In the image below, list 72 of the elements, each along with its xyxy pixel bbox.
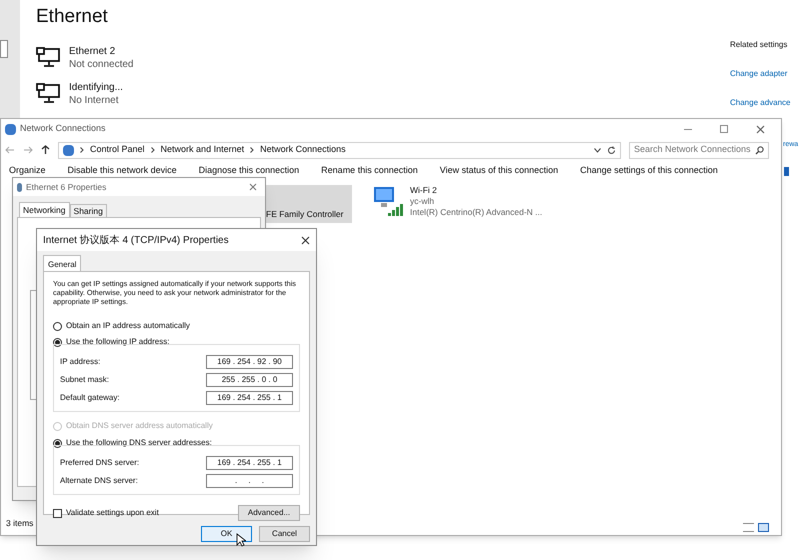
minimize-icon[interactable] [684, 128, 692, 130]
field-label: Subnet mask: [60, 374, 109, 386]
tiles-view-icon[interactable] [758, 522, 769, 532]
tab[interactable]: General [43, 255, 82, 271]
field-label: Default gateway: [60, 392, 120, 404]
connection-status: Not connected [69, 58, 134, 71]
field-label: Preferred DNS server: [60, 457, 140, 469]
connection-tile[interactable]: FE Family Controller [266, 185, 352, 223]
radio-button[interactable] [53, 322, 62, 330]
breadcrumb[interactable]: Network Connections [260, 143, 346, 157]
connection-text: Intel(R) Centrino(R) Advanced-N ... [410, 207, 542, 218]
mouse-pointer-icon [236, 533, 246, 547]
settings-link[interactable]: Change adapter [730, 68, 800, 80]
tab[interactable]: Networking [19, 202, 70, 217]
chevron-icon [150, 147, 155, 153]
close-icon[interactable] [301, 236, 310, 244]
ip-address-field[interactable]: 169 . 254 . 255 . 1 [206, 391, 293, 405]
ok-button[interactable]: OK [201, 526, 252, 542]
monitor-icon [36, 47, 62, 69]
connection-item[interactable]: Ethernet 2 Not connected [36, 45, 730, 71]
radio-label: Use the following IP address: [66, 336, 170, 348]
ip-address-field[interactable]: 169 . 254 . 255 . 1 [206, 456, 293, 470]
settings-link[interactable]: Change advance [730, 97, 800, 109]
connection-tile[interactable]: Wi-Fi 2 yc-wlh Intel(R) Centrino(R) Advanced-N ... [372, 185, 542, 223]
cancel-button[interactable]: Cancel [259, 526, 310, 542]
dropdown-icon[interactable] [594, 148, 601, 152]
toolbar-command[interactable]: Organize [9, 164, 46, 178]
toolbar-command[interactable]: Change settings of this connection [580, 164, 718, 178]
radio-label: Obtain an IP address automatically [66, 320, 190, 332]
connection-text: FE Family Controller [266, 208, 344, 221]
connection-text: yc-wlh [410, 196, 436, 207]
computer-signal-icon [372, 185, 404, 217]
dialog-title: Internet 协议版本 4 (TCP/IPv4) Properties [43, 234, 230, 248]
field-label: Alternate DNS server: [60, 475, 138, 487]
close-icon[interactable] [756, 124, 765, 134]
radio-label: Use the following DNS server addresses: [66, 437, 212, 449]
monitor-icon [36, 83, 62, 105]
toolbar-command[interactable]: Rename this connection [321, 164, 418, 178]
related-settings-heading: Related settings [730, 39, 788, 51]
field-label: IP address: [60, 356, 100, 368]
tab[interactable]: Sharing [70, 204, 107, 217]
breadcrumb[interactable]: Control Panel [90, 143, 145, 157]
connection-name: Ethernet 2 [69, 45, 116, 58]
ip-address-field[interactable]: 169 . 254 . 92 . 90 [206, 355, 293, 369]
window-title: Network Connections [20, 122, 106, 136]
checkbox[interactable] [53, 508, 62, 518]
chevron-icon [80, 147, 84, 153]
maximize-icon[interactable] [720, 125, 728, 133]
dialog-title: Ethernet 6 Properties [26, 180, 108, 194]
connection-text: Wi-Fi 2 [410, 185, 438, 196]
toolbar-command[interactable]: Diagnose this connection [198, 164, 300, 178]
address-bar[interactable]: Control Panel Network and Internet Network Connections [58, 142, 621, 158]
up-arrow-icon[interactable] [41, 145, 50, 155]
preview-pane-icon[interactable] [784, 166, 789, 176]
toolbar-command[interactable]: Disable this network device [68, 164, 177, 178]
advanced-button[interactable]: Advanced... [238, 505, 300, 521]
details-view-icon[interactable] [743, 522, 754, 532]
ip-address-field[interactable]: . . . [206, 474, 293, 488]
connection-item[interactable]: Identifying... No Internet [36, 81, 730, 107]
connection-name: Identifying... [69, 81, 123, 94]
ip-address-field[interactable]: 255 . 255 . 0 . 0 [206, 373, 293, 387]
search-icon [755, 146, 764, 154]
refresh-icon[interactable] [607, 146, 616, 154]
radio-label: Obtain DNS server address automatically [66, 420, 213, 432]
toolbar-command[interactable]: View status of this connection [440, 164, 558, 178]
checkbox-label: Validate settings upon exit [66, 507, 159, 519]
chevron-icon [250, 147, 254, 153]
search-field[interactable]: Search Network Connections [629, 142, 769, 158]
page-title: Ethernet [36, 5, 109, 29]
breadcrumb[interactable]: Network and Internet [160, 143, 244, 157]
connection-status: No Internet [69, 94, 120, 107]
icon-fragment [0, 40, 8, 58]
